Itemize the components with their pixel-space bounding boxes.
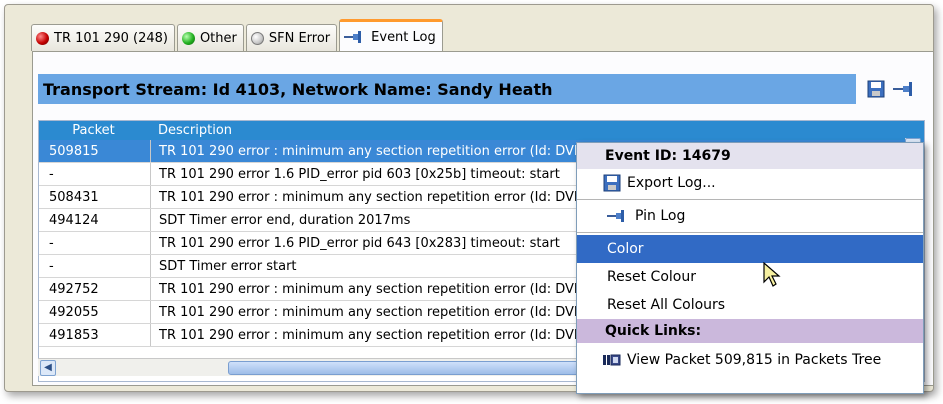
menu-item-label: View Packet 509,815 in Packets Tree xyxy=(627,352,882,368)
column-header-description[interactable]: Description xyxy=(148,123,232,138)
cell-description: TR 101 290 error 1.6 PID_error pid 643 [… xyxy=(159,235,560,251)
cell-packet: - xyxy=(39,255,151,277)
red-status-icon xyxy=(36,31,49,45)
grey-status-icon xyxy=(250,31,264,45)
pin-icon xyxy=(607,210,624,222)
menu-divider xyxy=(577,199,923,200)
tab-label: Event Log xyxy=(371,29,436,45)
tab-bar: TR 101 290 (248) Other SFN Error Event L… xyxy=(31,19,445,52)
tab-tr101290[interactable]: TR 101 290 (248) xyxy=(31,24,175,51)
column-header-packet[interactable]: Packet xyxy=(39,123,148,138)
scroll-left-icon[interactable]: ◀ xyxy=(40,360,56,376)
cell-packet: 509815 xyxy=(39,140,151,162)
tab-other[interactable]: Other xyxy=(176,24,244,51)
menu-item-reset-all-colours[interactable]: Reset All Colours xyxy=(577,291,923,319)
tab-event-log[interactable]: Event Log xyxy=(339,19,443,52)
menu-item-export-log[interactable]: Export Log... xyxy=(577,169,923,197)
menu-item-color[interactable]: Color xyxy=(577,235,923,263)
pin-icon[interactable] xyxy=(893,82,917,96)
mouse-cursor-icon xyxy=(763,262,781,287)
cell-description: TR 101 290 error : minimum any section r… xyxy=(159,327,607,343)
packet-icon xyxy=(603,354,621,366)
menu-header: Event ID: 14679 xyxy=(577,143,923,169)
cell-packet: 492752 xyxy=(39,278,151,300)
cell-description: SDT Timer error end, duration 2017ms xyxy=(159,212,411,228)
scroll-thumb[interactable] xyxy=(228,361,610,375)
tab-label: Other xyxy=(199,30,237,46)
tab-label: SFN Error xyxy=(268,30,331,46)
pin-icon xyxy=(344,31,362,43)
title-text: Transport Stream: Id 4103, Network Name:… xyxy=(43,79,553,99)
tab-sfn-error[interactable]: SFN Error xyxy=(245,24,338,51)
cell-packet: - xyxy=(39,232,151,254)
cell-description: TR 101 290 error : minimum any section r… xyxy=(159,281,607,297)
table-header: Packet Description xyxy=(39,121,924,140)
context-menu: Event ID: 14679 Export Log... Pin Log Co… xyxy=(576,142,924,394)
page-title: Transport Stream: Id 4103, Network Name:… xyxy=(38,74,856,104)
cell-description: TR 101 290 error : minimum any section r… xyxy=(159,304,607,320)
cell-description: TR 101 290 error : minimum any section r… xyxy=(159,189,607,205)
cell-packet: 494124 xyxy=(39,209,151,231)
save-icon[interactable] xyxy=(867,80,885,98)
cell-packet: 492055 xyxy=(39,301,151,323)
cell-description: TR 101 290 error 1.6 PID_error pid 603 [… xyxy=(159,166,560,182)
cell-packet: 491853 xyxy=(39,324,151,346)
save-icon xyxy=(603,174,621,192)
menu-item-label: Reset Colour xyxy=(607,269,696,285)
cell-description: SDT Timer error start xyxy=(159,258,297,274)
menu-item-label: Reset All Colours xyxy=(607,297,726,313)
menu-item-label: Export Log... xyxy=(627,175,716,191)
menu-item-pin-log[interactable]: Pin Log xyxy=(577,202,923,230)
tab-label: TR 101 290 (248) xyxy=(54,30,168,46)
title-toolbar xyxy=(867,80,917,98)
menu-item-label: Pin Log xyxy=(635,208,686,224)
menu-item-view-packet[interactable]: View Packet 509,815 in Packets Tree xyxy=(577,343,923,377)
menu-divider xyxy=(577,232,923,233)
menu-item-reset-colour[interactable]: Reset Colour xyxy=(577,263,923,291)
menu-item-label: Color xyxy=(607,241,644,257)
green-status-icon xyxy=(181,31,195,45)
cell-packet: - xyxy=(39,163,151,185)
menu-section-quick-links: Quick Links: xyxy=(577,319,923,343)
cell-packet: 508431 xyxy=(39,186,151,208)
